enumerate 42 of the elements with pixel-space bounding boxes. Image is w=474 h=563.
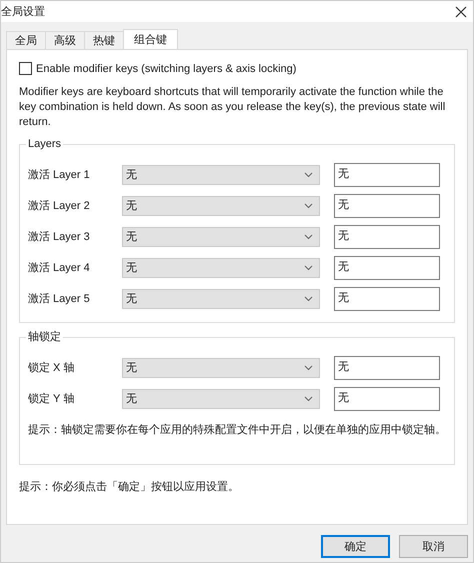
close-icon[interactable]	[455, 6, 467, 18]
row-label: 激活 Layer 2	[28, 199, 91, 213]
checkbox[interactable]	[19, 62, 32, 75]
row-label: 激活 Layer 5	[28, 292, 91, 306]
chevron-down-icon	[304, 364, 313, 370]
hint-text: 提示：你必须点击「确定」按钮以应用设置。	[19, 480, 240, 494]
hint-text: 提示：轴锁定需要你在每个应用的特殊配置文件中开启，以便在单独的应用中锁定轴。	[28, 422, 446, 437]
input-field[interactable]: 无	[334, 256, 440, 280]
chevron-down-icon	[304, 296, 313, 302]
dropdown[interactable]: 无	[122, 388, 320, 408]
input-field[interactable]: 无	[334, 224, 440, 248]
tab[interactable]: 全局	[6, 31, 46, 49]
dropdown[interactable]: 无	[122, 226, 320, 246]
dropdown[interactable]: 无	[122, 358, 320, 378]
row-label: 激活 Layer 4	[28, 261, 91, 275]
row-label: 锁定 X 轴	[28, 360, 76, 375]
dropdown[interactable]: 无	[122, 258, 320, 278]
input-field[interactable]: 无	[334, 356, 440, 380]
dropdown[interactable]: 无	[122, 196, 320, 216]
dialog-button[interactable]: 取消	[399, 535, 468, 558]
input-field[interactable]: 无	[334, 162, 440, 186]
dropdown[interactable]: 无	[122, 288, 320, 308]
tab[interactable]: 组合键	[123, 29, 178, 49]
tab[interactable]: 热键	[84, 31, 124, 49]
input-field[interactable]: 无	[334, 194, 440, 218]
chevron-down-icon	[304, 202, 313, 208]
checkbox-label: Enable modifier keys (switching layers & axis locking)	[36, 62, 296, 74]
chevron-down-icon	[304, 234, 313, 240]
row-label: 激活 Layer 1	[28, 168, 91, 182]
row-label: 激活 Layer 3	[28, 230, 91, 244]
row-label: 锁定 Y 轴	[28, 392, 76, 406]
chevron-down-icon	[304, 172, 313, 178]
window-title: 全局设置	[1, 5, 45, 19]
group-title: 轴锁定	[26, 331, 63, 344]
chevron-down-icon	[304, 396, 313, 402]
input-field[interactable]: 无	[334, 386, 440, 410]
dropdown[interactable]: 无	[122, 164, 320, 184]
description-text: Modifier keys are keyboard shortcuts that will temporarily activate the function while the key combination is held down. As soon as you release the key(s), the previous state will return.	[19, 85, 446, 130]
group-title: Layers	[26, 138, 64, 151]
chevron-down-icon	[304, 264, 313, 270]
dialog-button[interactable]: 确定	[321, 535, 390, 558]
input-field[interactable]: 无	[334, 286, 440, 310]
